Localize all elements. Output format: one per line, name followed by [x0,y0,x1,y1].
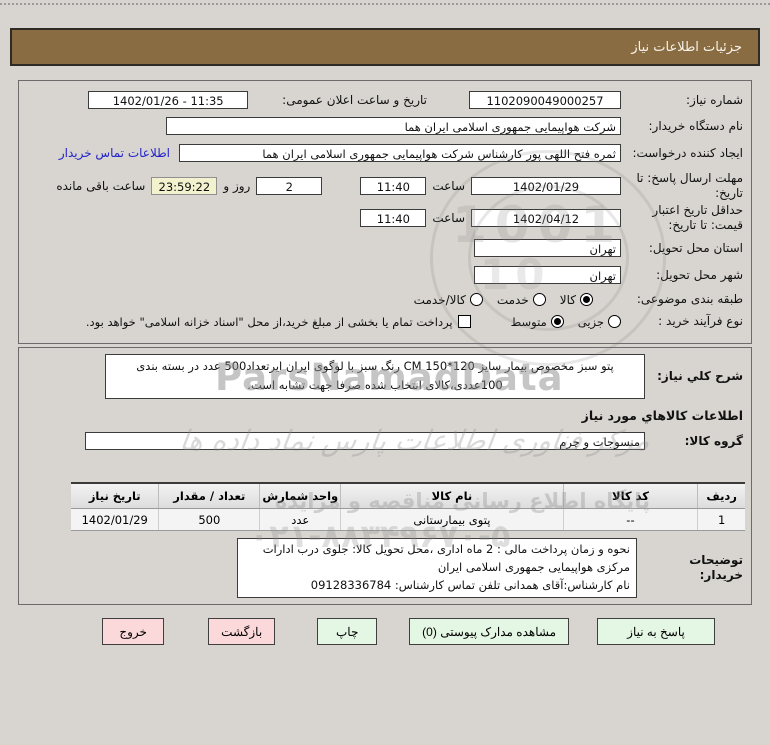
buyer-notes-field[interactable]: نحوه و زمان پرداخت مالی : 2 ماه اداری ،م… [237,538,637,598]
validity-date-field[interactable]: 1402/04/12 [471,209,621,227]
delivery-city-row: شهر محل تحویل: تهران [27,266,743,284]
cell-need-date: 1402/01/29 [71,508,159,531]
need-info-panel: شماره نیاز: 1102090049000257 تاریخ و ساع… [18,80,752,344]
class-option-goods-service[interactable]: کالا/خدمت [414,293,483,307]
class-option-service[interactable]: خدمت [497,293,546,307]
view-attachments-button[interactable]: مشاهده مدارک پیوستی (0) [409,618,569,645]
buyer-contact-link[interactable]: اطلاعات تماس خریدار [59,146,170,160]
page-title: جزئیات اطلاعات نیاز [631,39,742,55]
process-option-medium-label: متوسط [510,314,547,329]
col-goods-code: کد کالا [562,482,698,509]
treasury-payment-label: پرداخت تمام یا بخشی از مبلغ خرید،از محل … [85,314,453,329]
goods-group-row: گروه کالا: منسوجات و چرم [27,432,743,450]
radio-icon[interactable] [608,315,621,328]
price-validity-label: حداقل تاریخ اعتبار قیمت: تا تاریخ: [652,203,743,232]
delivery-city-label: شهر محل تحویل: [656,267,743,282]
goods-group-field[interactable]: منسوجات و چرم [85,432,645,450]
request-creator-field[interactable]: ثمره فتح اللهی پور کارشناس شرکت هواپیمای… [179,144,621,162]
buyer-notes-line1: نحوه و زمان پرداخت مالی : 2 ماه اداری ،م… [262,542,630,574]
buyer-notes-label: توضیحات خریدار: [689,553,743,582]
back-button[interactable]: بازگشت [208,618,276,645]
class-option-goods[interactable]: کالا [560,293,593,307]
goods-table: ردیف کد کالا نام کالا واحد شمارش تعداد /… [71,482,745,531]
radio-selected-icon[interactable] [550,315,564,328]
cell-goods-name: پتوی بیمارستانی [340,508,564,531]
need-number-row: شماره نیاز: 1102090049000257 تاریخ و ساع… [27,91,743,109]
class-option-service-label: خدمت [496,292,529,307]
cell-quantity: 500 [158,508,260,531]
buyer-org-field[interactable]: شرکت هواپیمایی جمهوری اسلامی ایران هما [166,117,621,135]
exit-button[interactable]: خروج [102,618,165,645]
delivery-city-field[interactable]: تهران [474,266,621,284]
request-creator-label: ایجاد کننده درخواست: [632,145,743,160]
deadline-date-field[interactable]: 1402/01/29 [471,177,621,195]
print-button[interactable]: چاپ [317,618,378,645]
days-remaining-field[interactable]: 2 [256,177,323,195]
goods-info-heading-row: اطلاعات کالاهاي مورد نیاز [27,408,743,423]
days-and-label: روز و [223,179,251,193]
goods-info-panel: شرح کلي نیاز: پتو سبز مخصوص بیمار سایز 1… [18,347,752,605]
buyer-org-label: نام دستگاه خریدار: [648,118,744,133]
need-number-field[interactable]: 1102090049000257 [469,91,621,109]
subject-classification-label: طبقه بندی موضوعی: [636,292,743,306]
purchase-process-label: نوع فرآیند خرید : [658,314,743,328]
procurement-need-details-page: جزئیات اطلاعات نیاز شماره نیاز: 11020900… [0,0,770,745]
need-description-field[interactable]: پتو سبز مخصوص بیمار سایز 120*150 CM رنگ … [105,354,645,399]
page-title-bar: جزئیات اطلاعات نیاز [10,28,760,66]
radio-selected-icon[interactable] [580,293,593,306]
delivery-province-field[interactable]: تهران [474,239,621,257]
purchase-process-row: نوع فرآیند خرید : جزیی متوسط پرداخت تمام… [27,314,743,329]
request-creator-row: ایجاد کننده درخواست: ثمره فتح اللهی پور … [27,144,743,162]
radio-icon[interactable] [469,293,483,306]
radio-icon[interactable] [532,293,546,306]
process-option-partial-label: جزیی [577,314,604,329]
goods-group-label: گروه کالا: [684,433,743,448]
table-row[interactable]: 1 -- پتوی بیمارستانی عدد 500 1402/01/29 [71,508,745,531]
buyer-notes-row: توضیحات خریدار: نحوه و زمان پرداخت مالی … [27,538,743,598]
col-goods-name: نام کالا [340,482,564,509]
class-option-goods-service-label: کالا/خدمت [413,292,466,307]
col-need-date: تاریخ نیاز [71,482,159,509]
class-option-goods-label: کالا [559,292,576,307]
countdown-timer: 23:59:22 [151,177,218,195]
col-count-unit: واحد شمارش [259,482,341,509]
announce-datetime-field[interactable]: 1402/01/26 - 11:35 [88,91,249,109]
top-dotted-divider [0,3,770,5]
deadline-hour-label: ساعت [432,179,465,193]
buyer-notes-line2: نام کارشناس:آقای همدانی تلفن تماس کارشنا… [310,577,630,592]
need-description-row: شرح کلي نیاز: پتو سبز مخصوص بیمار سایز 1… [27,354,743,399]
col-quantity: تعداد / مقدار [158,482,260,509]
delivery-province-row: استان محل تحویل: تهران [27,239,743,257]
validity-time-field[interactable]: 11:40 [360,209,427,227]
buyer-org-row: نام دستگاه خریدار: شرکت هواپیمایی جمهوری… [27,117,743,135]
cell-row-number: 1 [697,508,745,531]
deadline-time-field[interactable]: 11:40 [360,177,427,195]
process-option-medium[interactable]: متوسط [511,315,564,329]
need-number-label: شماره نیاز: [686,92,743,107]
price-validity-row: حداقل تاریخ اعتبار قیمت: تا تاریخ: 1402/… [27,203,743,233]
goods-table-header-row: ردیف کد کالا نام کالا واحد شمارش تعداد /… [71,482,745,509]
announce-datetime-label: تاریخ و ساعت اعلان عمومی: [282,93,427,107]
need-description-label: شرح کلي نیاز: [657,369,743,383]
validity-hour-label: ساعت [432,211,465,225]
checkbox-icon[interactable] [457,315,471,328]
hours-remaining-label: ساعت باقی مانده [56,179,146,193]
respond-to-need-button[interactable]: پاسخ به نیاز [597,618,715,645]
action-buttons-row: پاسخ به نیاز مشاهده مدارک پیوستی (0) چاپ… [0,618,715,645]
response-deadline-row: مهلت ارسال پاسخ: تا تاریخ: 1402/01/29 سا… [27,171,743,201]
response-deadline-label: مهلت ارسال پاسخ: تا تاریخ: [636,171,743,200]
goods-info-heading: اطلاعات کالاهاي مورد نیاز [581,408,743,423]
delivery-province-label: استان محل تحویل: [648,240,743,255]
process-option-partial[interactable]: جزیی [578,315,621,329]
col-row-number: ردیف [697,482,745,509]
cell-goods-code: -- [562,508,698,531]
treasury-payment-option[interactable]: پرداخت تمام یا بخشی از مبلغ خرید،از محل … [86,315,471,329]
cell-count-unit: عدد [259,508,341,531]
subject-classification-row: طبقه بندی موضوعی: کالا خدمت کالا/خدمت [27,292,743,307]
